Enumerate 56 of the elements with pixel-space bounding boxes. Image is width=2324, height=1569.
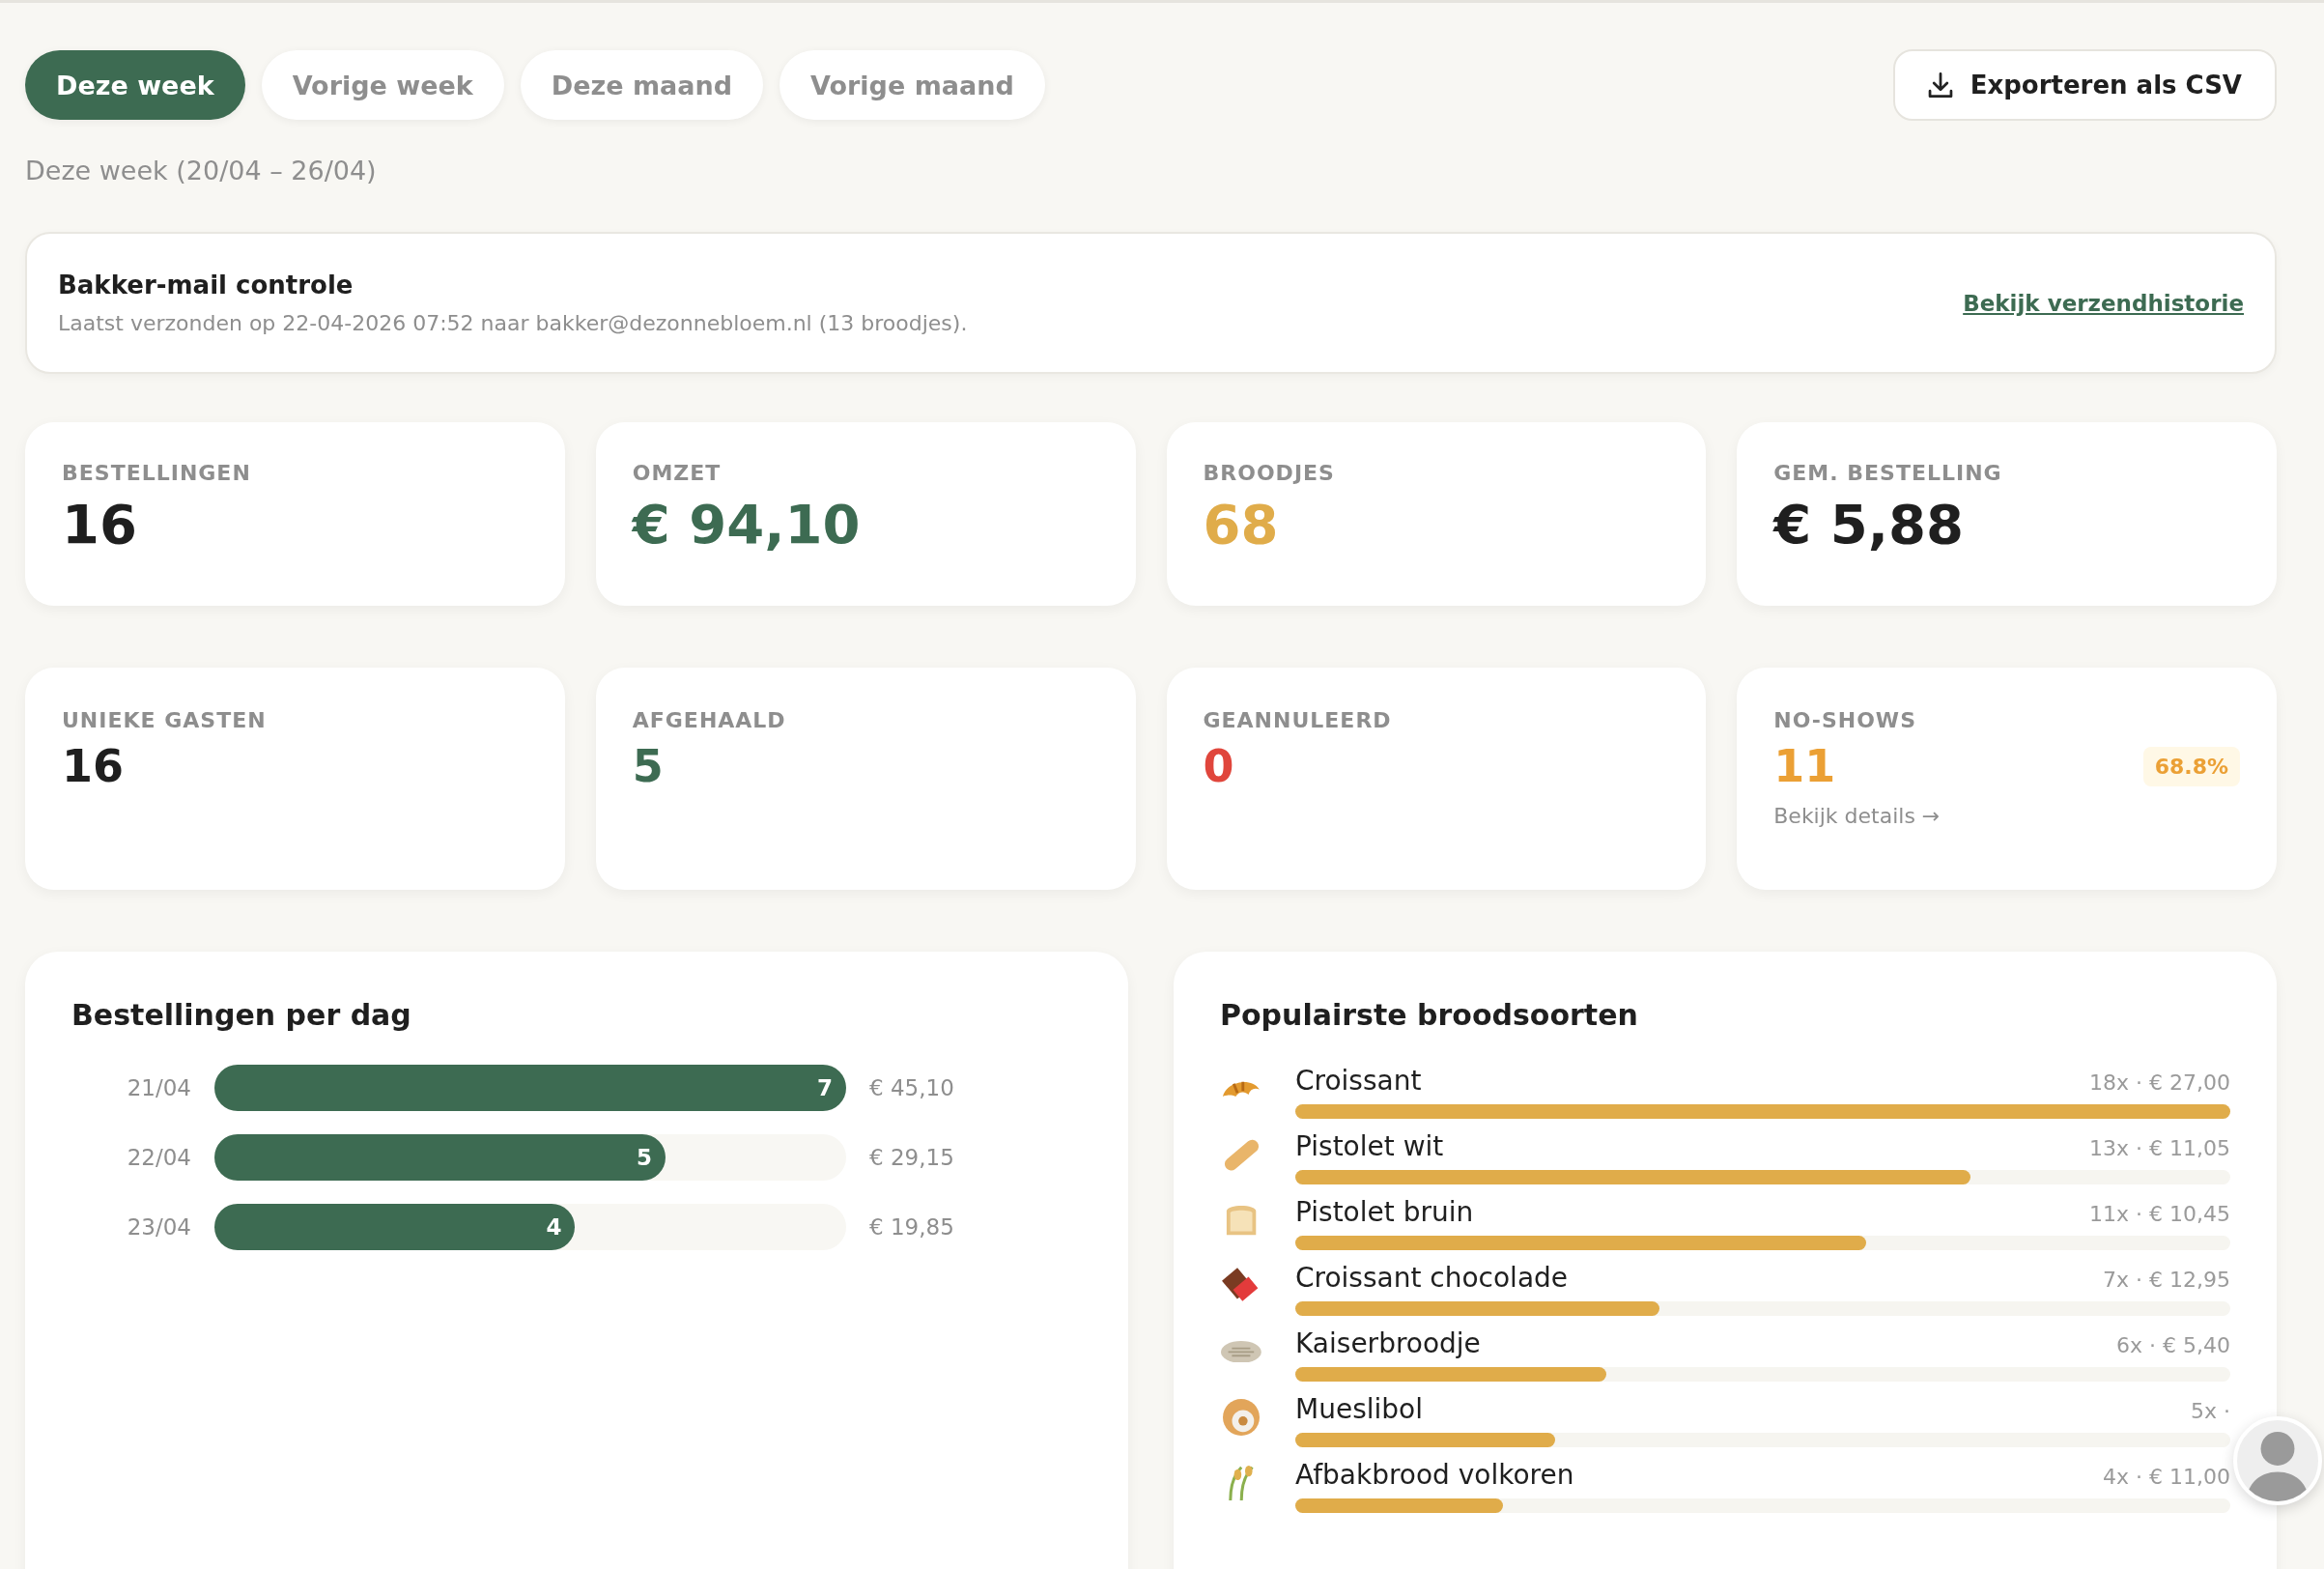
day-amount: € 19,85 [869,1214,954,1240]
bread-stats: 13x · € 11,05 [2089,1136,2230,1160]
bagel-icon [1223,1399,1260,1436]
stat-value: 0 [1203,740,1234,792]
stat-value: € 5,88 [1773,493,1964,556]
bread-stats: 5x · [2191,1399,2230,1423]
bread-name: Kaiserbroodje [1295,1327,1481,1359]
stat-value: 16 [62,493,137,556]
bar-count: 5 [636,1145,652,1170]
bread-name: Mueslibol [1295,1393,1423,1425]
details-link[interactable]: Bekijk details → [1773,804,1941,828]
bread-name: Croissant chocolade [1295,1262,1569,1294]
stat-label: NO-SHOWS [1773,708,1917,732]
flatbread-icon [1221,1340,1261,1363]
period-tab[interactable]: Vorige week [261,50,504,120]
bread-stats: 7x · € 12,95 [2103,1268,2230,1292]
bar-count: 7 [817,1075,833,1100]
bread-stats: 4x · € 11,00 [2103,1465,2230,1489]
period-tab[interactable]: Vorige maand [779,50,1045,120]
bread-name: Croissant [1295,1065,1422,1097]
download-icon [1927,72,1953,98]
stat-value: 5 [632,740,664,792]
export-button[interactable]: Exporteren als CSV [1892,49,2277,121]
bread-stats: 18x · € 27,00 [2089,1070,2230,1095]
stat-label: AFGEHAALD [632,708,787,732]
stat-label: BROODJES [1203,461,1336,485]
day-label: 21/04 [126,1075,191,1100]
stat-label: BESTELLINGEN [62,461,252,485]
day-amount: € 45,10 [869,1075,954,1100]
stat-label: GEANNULEERD [1203,708,1393,732]
stat-value: 11 [1773,740,1836,792]
period-caption: Deze week (20/04 – 26/04) [25,156,378,185]
stat-value: 68 [1203,493,1279,556]
stat-value: € 94,10 [632,493,861,556]
panel-title: Bestellingen per dag [71,998,412,1032]
bar-count: 4 [546,1214,562,1240]
bread-loaf-icon [1224,1203,1259,1238]
history-link[interactable]: Bekijk verzendhistorie [1963,290,2244,316]
bread-stats: 6x · € 5,40 [2116,1333,2230,1357]
bread-name: Afbakbrood volkoren [1295,1459,1574,1491]
mail-check-title: Bakker-mail controle [58,271,354,300]
stat-label: GEM. BESTELLING [1773,461,2003,485]
bread-stats: 11x · € 10,45 [2089,1202,2230,1226]
mail-check-text: Laatst verzonden op 22-04-2026 07:52 naar bakker@dezonnebloem.nl (13 broodjes). [58,311,968,335]
day-label: 22/04 [126,1145,191,1170]
period-tab[interactable]: Deze week [25,50,245,120]
panel-title: Populairste broodsoorten [1220,998,1639,1032]
bread-name: Pistolet bruin [1295,1196,1474,1228]
day-amount: € 29,15 [869,1145,954,1170]
bread-name: Pistolet wit [1295,1130,1444,1162]
stat-label: UNIEKE GASTEN [62,708,268,732]
percentage-badge: 68.8% [2142,746,2240,786]
period-tab[interactable]: Deze maand [520,50,764,120]
stat-label: OMZET [632,461,723,485]
day-label: 23/04 [126,1214,191,1240]
stat-value: 16 [62,740,124,792]
